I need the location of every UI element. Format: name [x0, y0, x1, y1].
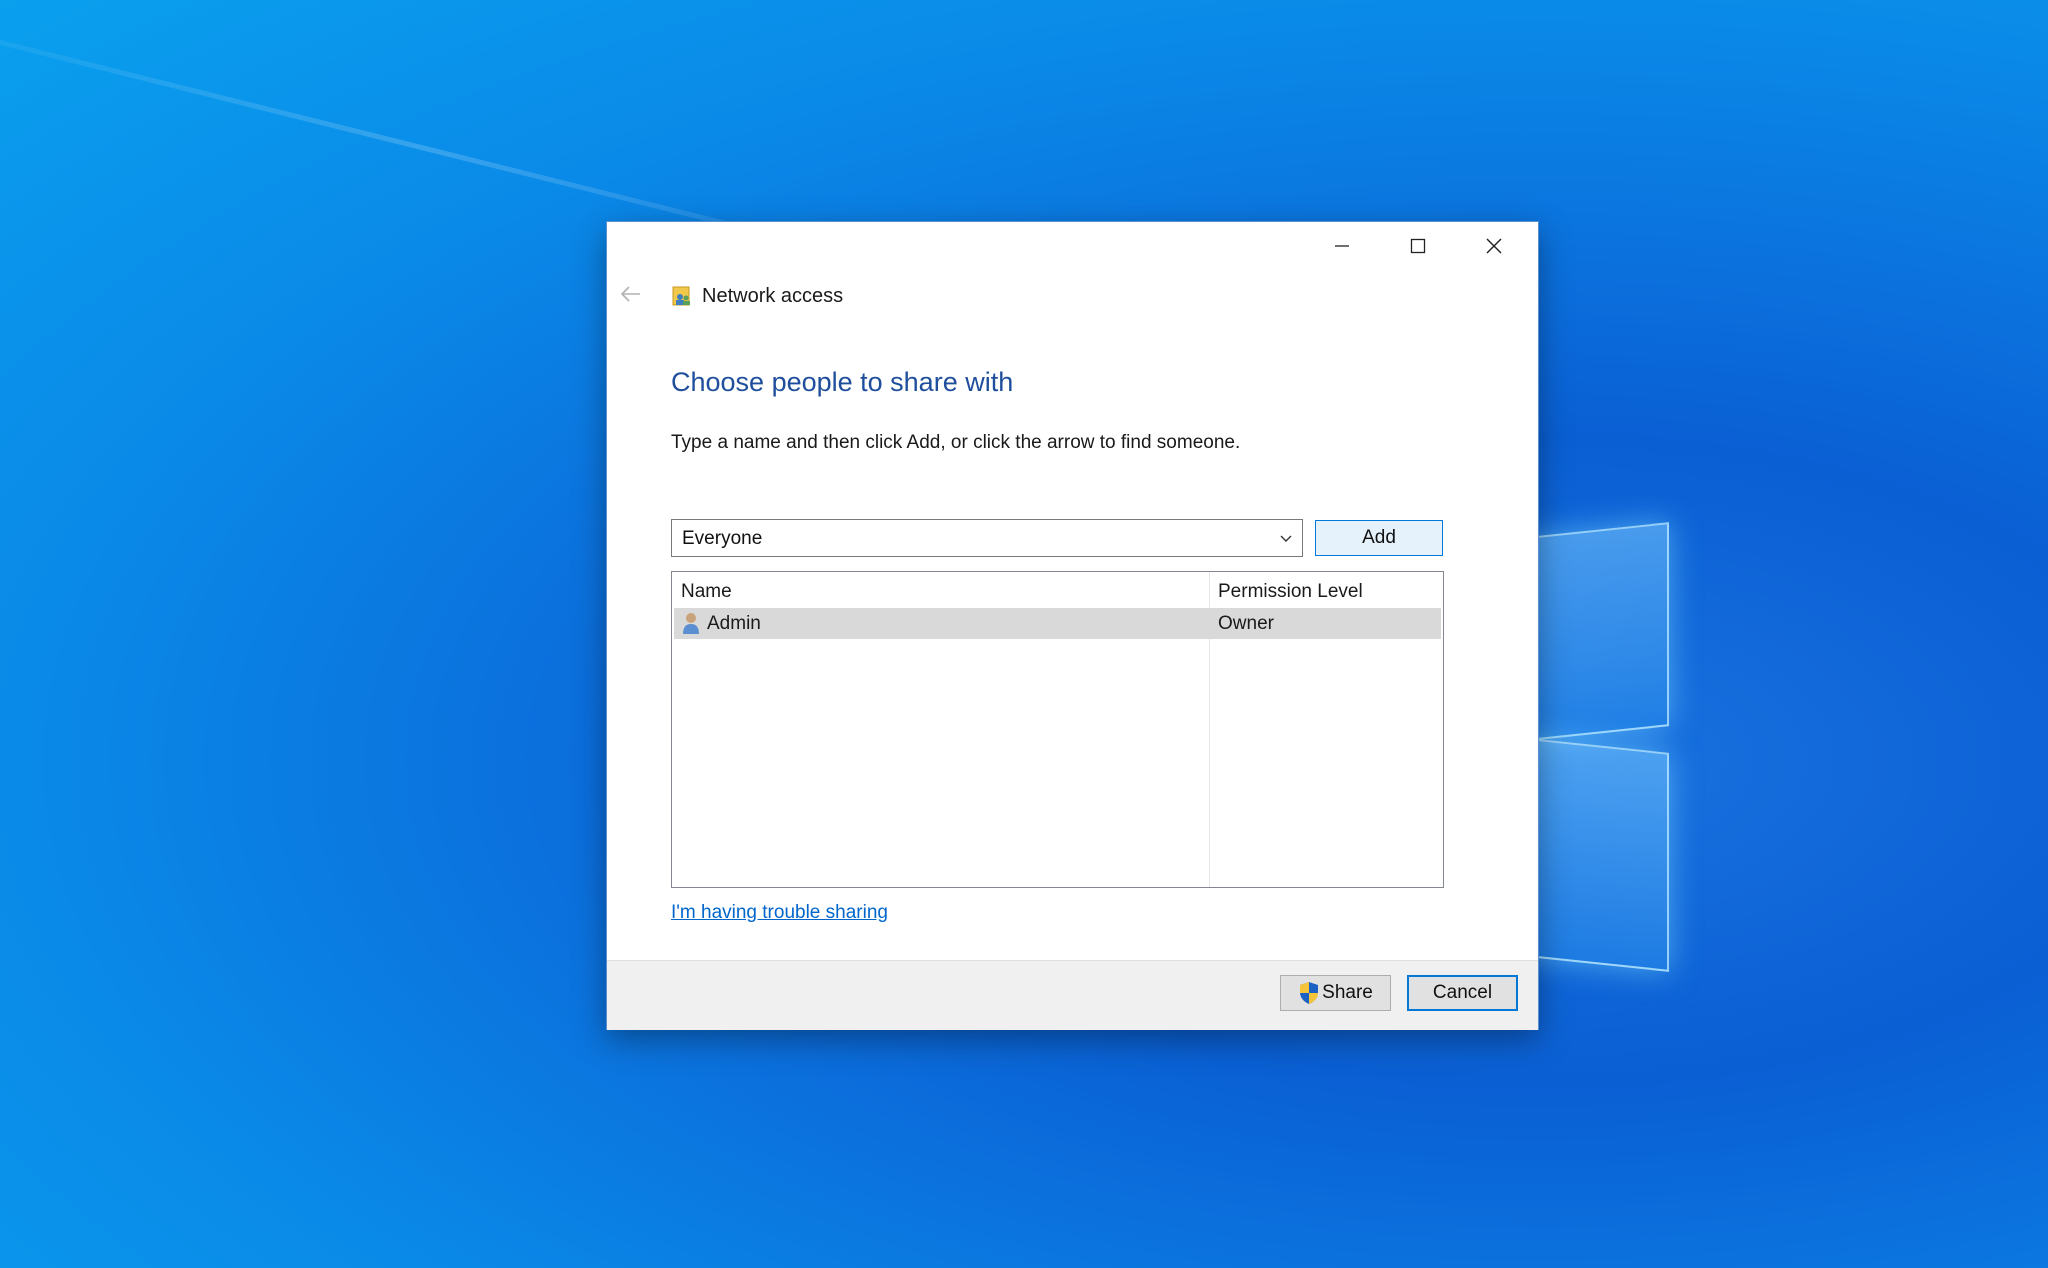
close-icon	[1486, 238, 1502, 254]
instructions-text: Type a name and then click Add, or click…	[671, 432, 1241, 453]
close-button[interactable]	[1456, 222, 1532, 270]
cancel-button[interactable]: Cancel	[1407, 975, 1518, 1011]
windows-logo-pane-top	[1520, 522, 1669, 742]
name-combobox-value: Everyone	[682, 528, 763, 549]
windows-logo	[1520, 500, 1670, 972]
windows-logo-pane-bottom	[1520, 737, 1669, 972]
row-name: Admin	[707, 613, 761, 634]
minimize-icon	[1335, 245, 1349, 247]
window-title: Network access	[702, 285, 844, 307]
trouble-sharing-link[interactable]: I'm having trouble sharing	[671, 902, 888, 924]
list-item[interactable]: Admin Owner	[674, 608, 1441, 639]
uac-shield-icon	[1300, 982, 1319, 1004]
share-button[interactable]: Share	[1280, 975, 1391, 1011]
add-button[interactable]: Add	[1315, 520, 1443, 556]
network-access-dialog: Network access Choose people to share wi…	[606, 221, 1539, 1030]
maximize-button[interactable]	[1380, 222, 1456, 270]
user-icon	[683, 613, 699, 634]
list-header: Name Permission Level	[672, 572, 1443, 608]
share-button-label: Share	[1322, 982, 1373, 1003]
share-list[interactable]: Name Permission Level Admin Owner	[671, 571, 1444, 888]
dialog-footer: Share Cancel	[607, 960, 1538, 1030]
column-header-permission[interactable]: Permission Level	[1218, 581, 1363, 603]
back-button[interactable]	[619, 282, 649, 312]
row-permission[interactable]: Owner	[1218, 613, 1274, 635]
network-sharing-icon	[672, 286, 690, 306]
name-combobox[interactable]: Everyone	[671, 519, 1303, 557]
maximize-icon	[1410, 238, 1426, 254]
back-arrow-icon	[620, 286, 640, 302]
chevron-down-icon[interactable]	[1276, 528, 1296, 548]
page-heading: Choose people to share with	[671, 367, 1014, 397]
column-header-name[interactable]: Name	[681, 581, 732, 603]
minimize-button[interactable]	[1304, 222, 1380, 270]
